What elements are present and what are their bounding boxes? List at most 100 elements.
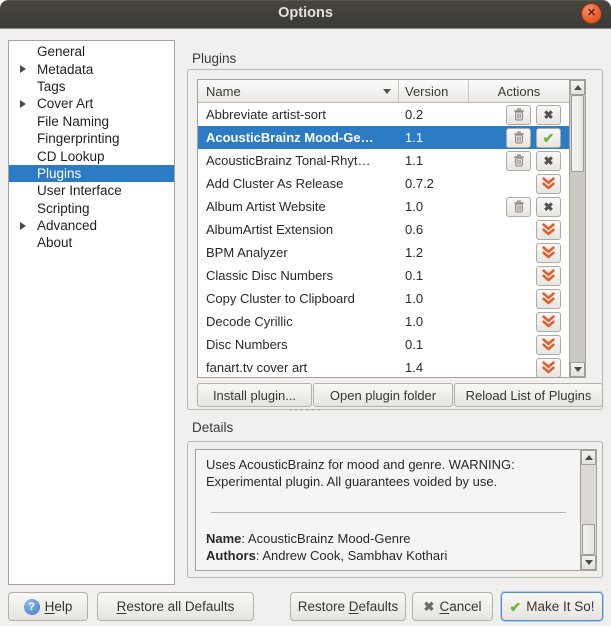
plugin-row[interactable]: Add Cluster As Release0.7.2	[198, 172, 585, 195]
cancel-button[interactable]: ✖Cancel	[412, 592, 493, 621]
sidebar-item-label: Tags	[37, 79, 66, 94]
sidebar-tree: General Metadata TagsCover ArtFile NamingF…	[8, 40, 175, 585]
plugin-row[interactable]: Album Artist Website1.0✖	[198, 195, 585, 218]
splitter-handle[interactable]: ······	[0, 405, 611, 415]
sidebar-item-plugins[interactable]: Plugins	[9, 165, 174, 182]
enabled-button[interactable]: ✔	[536, 128, 561, 148]
sidebar-item-label: Advanced	[37, 218, 97, 233]
plugin-name: AcousticBrainz Mood-Ge…	[198, 130, 399, 145]
plugin-row[interactable]: AcousticBrainz Tonal-Rhyt…1.1✖	[198, 149, 585, 172]
expand-arrow-icon[interactable]	[20, 65, 26, 73]
details-pane[interactable]: Uses AcousticBrainz for mood and genre. …	[195, 449, 597, 571]
sidebar-item-label: Fingerprinting	[37, 131, 120, 146]
plugin-version: 1.4	[399, 360, 469, 375]
sidebar-item-cover-art[interactable]: Cover Art	[9, 95, 174, 112]
plugin-row[interactable]: fanart.tv cover art1.4	[198, 356, 585, 378]
download-chevron-icon	[541, 269, 556, 282]
plugin-version: 0.2	[399, 107, 469, 122]
trash-icon	[513, 108, 525, 121]
help-icon: ?	[24, 599, 40, 615]
plugin-table-scrollbar[interactable]	[569, 80, 585, 377]
plugin-name: BPM Analyzer	[198, 245, 399, 260]
download-button[interactable]	[536, 358, 561, 378]
scroll-up-icon[interactable]	[570, 80, 585, 95]
plugin-row[interactable]: AcousticBrainz Mood-Ge…1.1✔	[198, 126, 585, 149]
uninstall-button[interactable]	[506, 151, 531, 171]
disable-button[interactable]: ✖	[536, 151, 561, 171]
download-button[interactable]	[536, 335, 561, 355]
button-label: Cancel	[439, 599, 481, 614]
sidebar-item-file-naming[interactable]: File Naming	[9, 113, 174, 130]
plugin-name: AlbumArtist Extension	[198, 222, 399, 237]
detail-field-name: Name: AcousticBrainz Mood-Genre	[206, 530, 447, 547]
plugin-version: 0.1	[399, 337, 469, 352]
plugin-name: Decode Cyrillic	[198, 314, 399, 329]
titlebar[interactable]: Options ✕	[0, 0, 611, 28]
uninstall-button[interactable]	[506, 105, 531, 125]
open-plugin-folder-button[interactable]: Open plugin folder	[313, 383, 453, 407]
plugin-actions	[469, 312, 569, 332]
sidebar-item-scripting[interactable]: Scripting	[9, 200, 174, 217]
plugin-row[interactable]: Classic Disc Numbers0.1	[198, 264, 585, 287]
plugin-fields: Name: AcousticBrainz Mood-GenreAuthors: …	[206, 530, 447, 564]
sidebar-item-label: Metadata	[37, 62, 93, 77]
sidebar-item-cd-lookup[interactable]: CD Lookup	[9, 147, 174, 164]
sidebar-item-metadata[interactable]: Metadata	[9, 60, 174, 77]
download-button[interactable]	[536, 289, 561, 309]
plugin-version: 1.0	[399, 314, 469, 329]
reload-plugin-list-button[interactable]: Reload List of Plugins	[454, 383, 603, 407]
uninstall-button[interactable]	[506, 197, 531, 217]
help-button[interactable]: ?Help	[8, 592, 88, 621]
plugin-actions	[469, 289, 569, 309]
sidebar-item-user-interface[interactable]: User Interface	[9, 182, 174, 199]
sidebar-item-general[interactable]: General	[9, 43, 174, 60]
close-icon[interactable]: ✕	[581, 3, 602, 24]
plugin-actions: ✖	[469, 151, 569, 171]
download-button[interactable]	[536, 312, 561, 332]
sidebar-item-advanced[interactable]: Advanced	[9, 217, 174, 234]
sidebar-item-label: General	[37, 44, 85, 59]
detail-field-authors: Authors: Andrew Cook, Sambhav Kothari	[206, 547, 447, 564]
restore-defaults-button[interactable]: Restore Defaults	[290, 592, 406, 621]
details-scrollbar[interactable]	[580, 450, 596, 570]
plugin-row[interactable]: Disc Numbers0.1	[198, 333, 585, 356]
plugin-row[interactable]: Abbreviate artist-sort0.2✖	[198, 103, 585, 126]
download-button[interactable]	[536, 243, 561, 263]
download-chevron-icon	[541, 315, 556, 328]
disable-button[interactable]: ✖	[536, 105, 561, 125]
plugin-actions	[469, 243, 569, 263]
scrollbar-thumb[interactable]	[582, 524, 595, 555]
download-button[interactable]	[536, 220, 561, 240]
scroll-down-icon[interactable]	[581, 555, 596, 570]
expand-arrow-icon[interactable]	[20, 100, 26, 108]
uninstall-button[interactable]	[506, 128, 531, 148]
plugin-actions: ✔	[469, 128, 569, 148]
column-header-name[interactable]: Name	[198, 80, 399, 102]
download-button[interactable]	[536, 174, 561, 194]
plugin-actions: ✖	[469, 197, 569, 217]
sidebar-item-fingerprinting[interactable]: Fingerprinting	[9, 130, 174, 147]
disable-x-icon: ✖	[543, 109, 553, 121]
sidebar-item-about[interactable]: About	[9, 234, 174, 251]
download-chevron-icon	[541, 246, 556, 259]
column-header-version[interactable]: Version	[399, 80, 469, 102]
sidebar-item-tags[interactable]: Tags	[9, 78, 174, 95]
scroll-down-icon[interactable]	[570, 362, 585, 377]
make-it-so-button[interactable]: ✔Make It So!	[501, 592, 603, 621]
plugin-version: 0.1	[399, 268, 469, 283]
trash-icon	[513, 200, 525, 213]
expand-arrow-icon[interactable]	[20, 222, 26, 230]
plugin-row[interactable]: Copy Cluster to Clipboard1.0	[198, 287, 585, 310]
column-header-actions[interactable]: Actions	[469, 80, 569, 102]
disable-button[interactable]: ✖	[536, 197, 561, 217]
download-button[interactable]	[536, 266, 561, 286]
scroll-up-icon[interactable]	[581, 450, 596, 465]
plugin-description: Uses AcousticBrainz for mood and genre. …	[206, 456, 564, 490]
ok-check-icon: ✔	[509, 600, 521, 614]
restore-all-defaults-button[interactable]: Restore all Defaults	[97, 592, 254, 621]
plugin-row[interactable]: Decode Cyrillic1.0	[198, 310, 585, 333]
plugin-row[interactable]: BPM Analyzer1.2	[198, 241, 585, 264]
plugin-row[interactable]: AlbumArtist Extension0.6	[198, 218, 585, 241]
scrollbar-thumb[interactable]	[571, 95, 584, 172]
plugin-name: AcousticBrainz Tonal-Rhyt…	[198, 153, 399, 168]
